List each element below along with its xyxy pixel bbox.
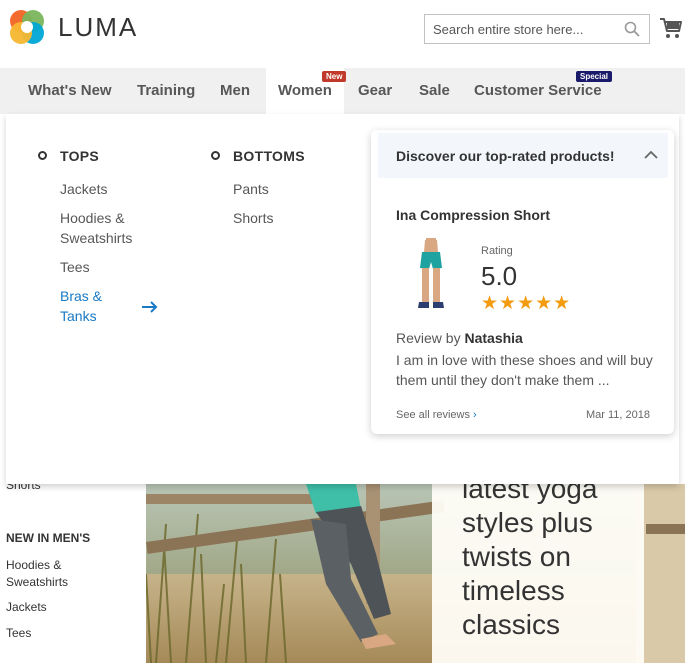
hero-headline: latest yoga styles plus twists on timele… bbox=[462, 473, 598, 640]
submenu-link-hoodies-sweatshirts[interactable]: Hoodies & Sweatshirts bbox=[60, 208, 132, 248]
top-rated-product-card: Discover our top-rated products! Ina Com… bbox=[371, 130, 674, 434]
submenu-link-tees[interactable]: Tees bbox=[60, 257, 90, 277]
sidebar-link-hoodies[interactable]: Hoodies & Sweatshirts bbox=[6, 557, 68, 591]
logo-text[interactable]: LUMA bbox=[58, 12, 138, 43]
submenu-link-shorts[interactable]: Shorts bbox=[233, 208, 273, 228]
nav-item-men[interactable]: Men bbox=[208, 68, 262, 114]
new-badge: New bbox=[322, 71, 347, 82]
product-image[interactable] bbox=[411, 238, 451, 314]
sidebar-link-jackets[interactable]: Jackets bbox=[6, 600, 47, 614]
reviewer-name: Natashia bbox=[464, 330, 523, 346]
page-header: LUMA bbox=[0, 0, 685, 68]
sidebar-link-tees[interactable]: Tees bbox=[6, 626, 31, 640]
chevron-right-icon: › bbox=[473, 409, 477, 421]
nav-item-sale[interactable]: Sale bbox=[407, 68, 462, 114]
see-all-reviews-link[interactable]: See all reviews › bbox=[396, 409, 477, 421]
search-icon[interactable] bbox=[624, 21, 640, 37]
search-input[interactable] bbox=[425, 15, 615, 43]
submenu-link-bras-tanks[interactable]: Bras & Tanks bbox=[60, 286, 102, 326]
product-name[interactable]: Ina Compression Short bbox=[396, 207, 550, 223]
tops-bullet-icon bbox=[38, 151, 47, 160]
card-header[interactable]: Discover our top-rated products! bbox=[378, 133, 668, 178]
shopping-cart-icon[interactable] bbox=[659, 16, 683, 40]
submenu-link-jackets[interactable]: Jackets bbox=[60, 179, 107, 199]
nav-item-training[interactable]: Training bbox=[125, 68, 207, 114]
review-text: I am in love with these shoes and will b… bbox=[396, 352, 653, 388]
special-badge: Special bbox=[576, 71, 613, 82]
sidebar-heading-new-in-mens: NEW IN MEN'S bbox=[6, 531, 91, 545]
nav-item-whats-new[interactable]: What's New bbox=[16, 68, 124, 114]
main-navigation: What's New Training Men Women New Gear S… bbox=[0, 68, 685, 114]
card-title: Discover our top-rated products! bbox=[396, 148, 615, 164]
star-rating-icon: ★★★★★ bbox=[481, 293, 572, 314]
rating-value: 5.0 bbox=[481, 261, 518, 291]
arrow-right-icon bbox=[142, 301, 158, 313]
review-by-label: Review by bbox=[396, 330, 461, 346]
submenu-link-pants[interactable]: Pants bbox=[233, 179, 269, 199]
nav-item-gear[interactable]: Gear bbox=[346, 68, 404, 114]
review-author-line: Review by Natashia bbox=[396, 330, 523, 346]
bottoms-heading[interactable]: BOTTOMS bbox=[233, 148, 305, 164]
luma-logo-icon[interactable] bbox=[8, 8, 46, 46]
tops-heading[interactable]: TOPS bbox=[60, 148, 99, 164]
chevron-up-icon[interactable] bbox=[644, 150, 658, 160]
see-all-label[interactable]: See all reviews bbox=[396, 409, 470, 421]
rating-label: Rating bbox=[481, 245, 513, 257]
review-date: Mar 11, 2018 bbox=[586, 409, 651, 421]
search-box[interactable] bbox=[424, 14, 650, 44]
bottoms-bullet-icon bbox=[211, 151, 220, 160]
